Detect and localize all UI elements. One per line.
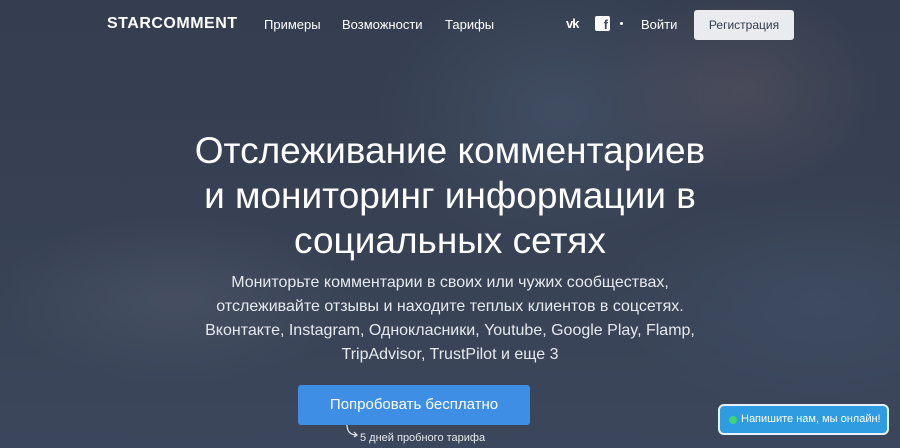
curved-arrow-icon [346, 424, 358, 438]
hero-subtitle-line: отслеживайте отзывы и находите теплых кл… [216, 298, 684, 315]
chat-widget-label: Напишите нам, мы онлайн! [741, 413, 881, 425]
hero-title-line: Отслеживание комментариев [194, 130, 706, 171]
separator-dot [620, 22, 623, 25]
nav-pricing-link[interactable]: Тарифы [445, 17, 494, 32]
hero-subtitle: Мониторьте комментарии в своих или чужих… [150, 271, 750, 367]
hero-title: Отслеживание комментариев и мониторинг и… [100, 128, 800, 263]
nav-features-link[interactable]: Возможности [342, 17, 423, 32]
online-status-icon [729, 416, 737, 424]
hero-title-line: социальных сетях [294, 220, 606, 261]
hero-subtitle-line: Вконтакте, Instagram, Однокласники, Yout… [205, 322, 695, 339]
try-free-button[interactable]: Попробовать бесплатно [298, 385, 530, 425]
vk-icon[interactable]: vk [566, 16, 588, 32]
hero-subtitle-line: Мониторьте комментарии в своих или чужих… [231, 274, 669, 291]
trial-note: 5 дней пробного тарифа [360, 432, 486, 444]
login-link[interactable]: Войти [641, 17, 677, 32]
logo[interactable]: STARCOMMENT [107, 15, 238, 33]
facebook-icon[interactable]: f [595, 16, 610, 31]
nav-examples-link[interactable]: Примеры [264, 17, 321, 32]
hero-subtitle-line: TripAdvisor, TrustPilot и еще 3 [341, 346, 559, 363]
site-header: STARCOMMENT Примеры Возможности Тарифы v… [0, 0, 900, 50]
register-button[interactable]: Регистрация [694, 10, 794, 40]
hero-title-line: и мониторинг информации в [204, 175, 696, 216]
chat-widget-button[interactable]: Напишите нам, мы онлайн! [718, 404, 889, 435]
